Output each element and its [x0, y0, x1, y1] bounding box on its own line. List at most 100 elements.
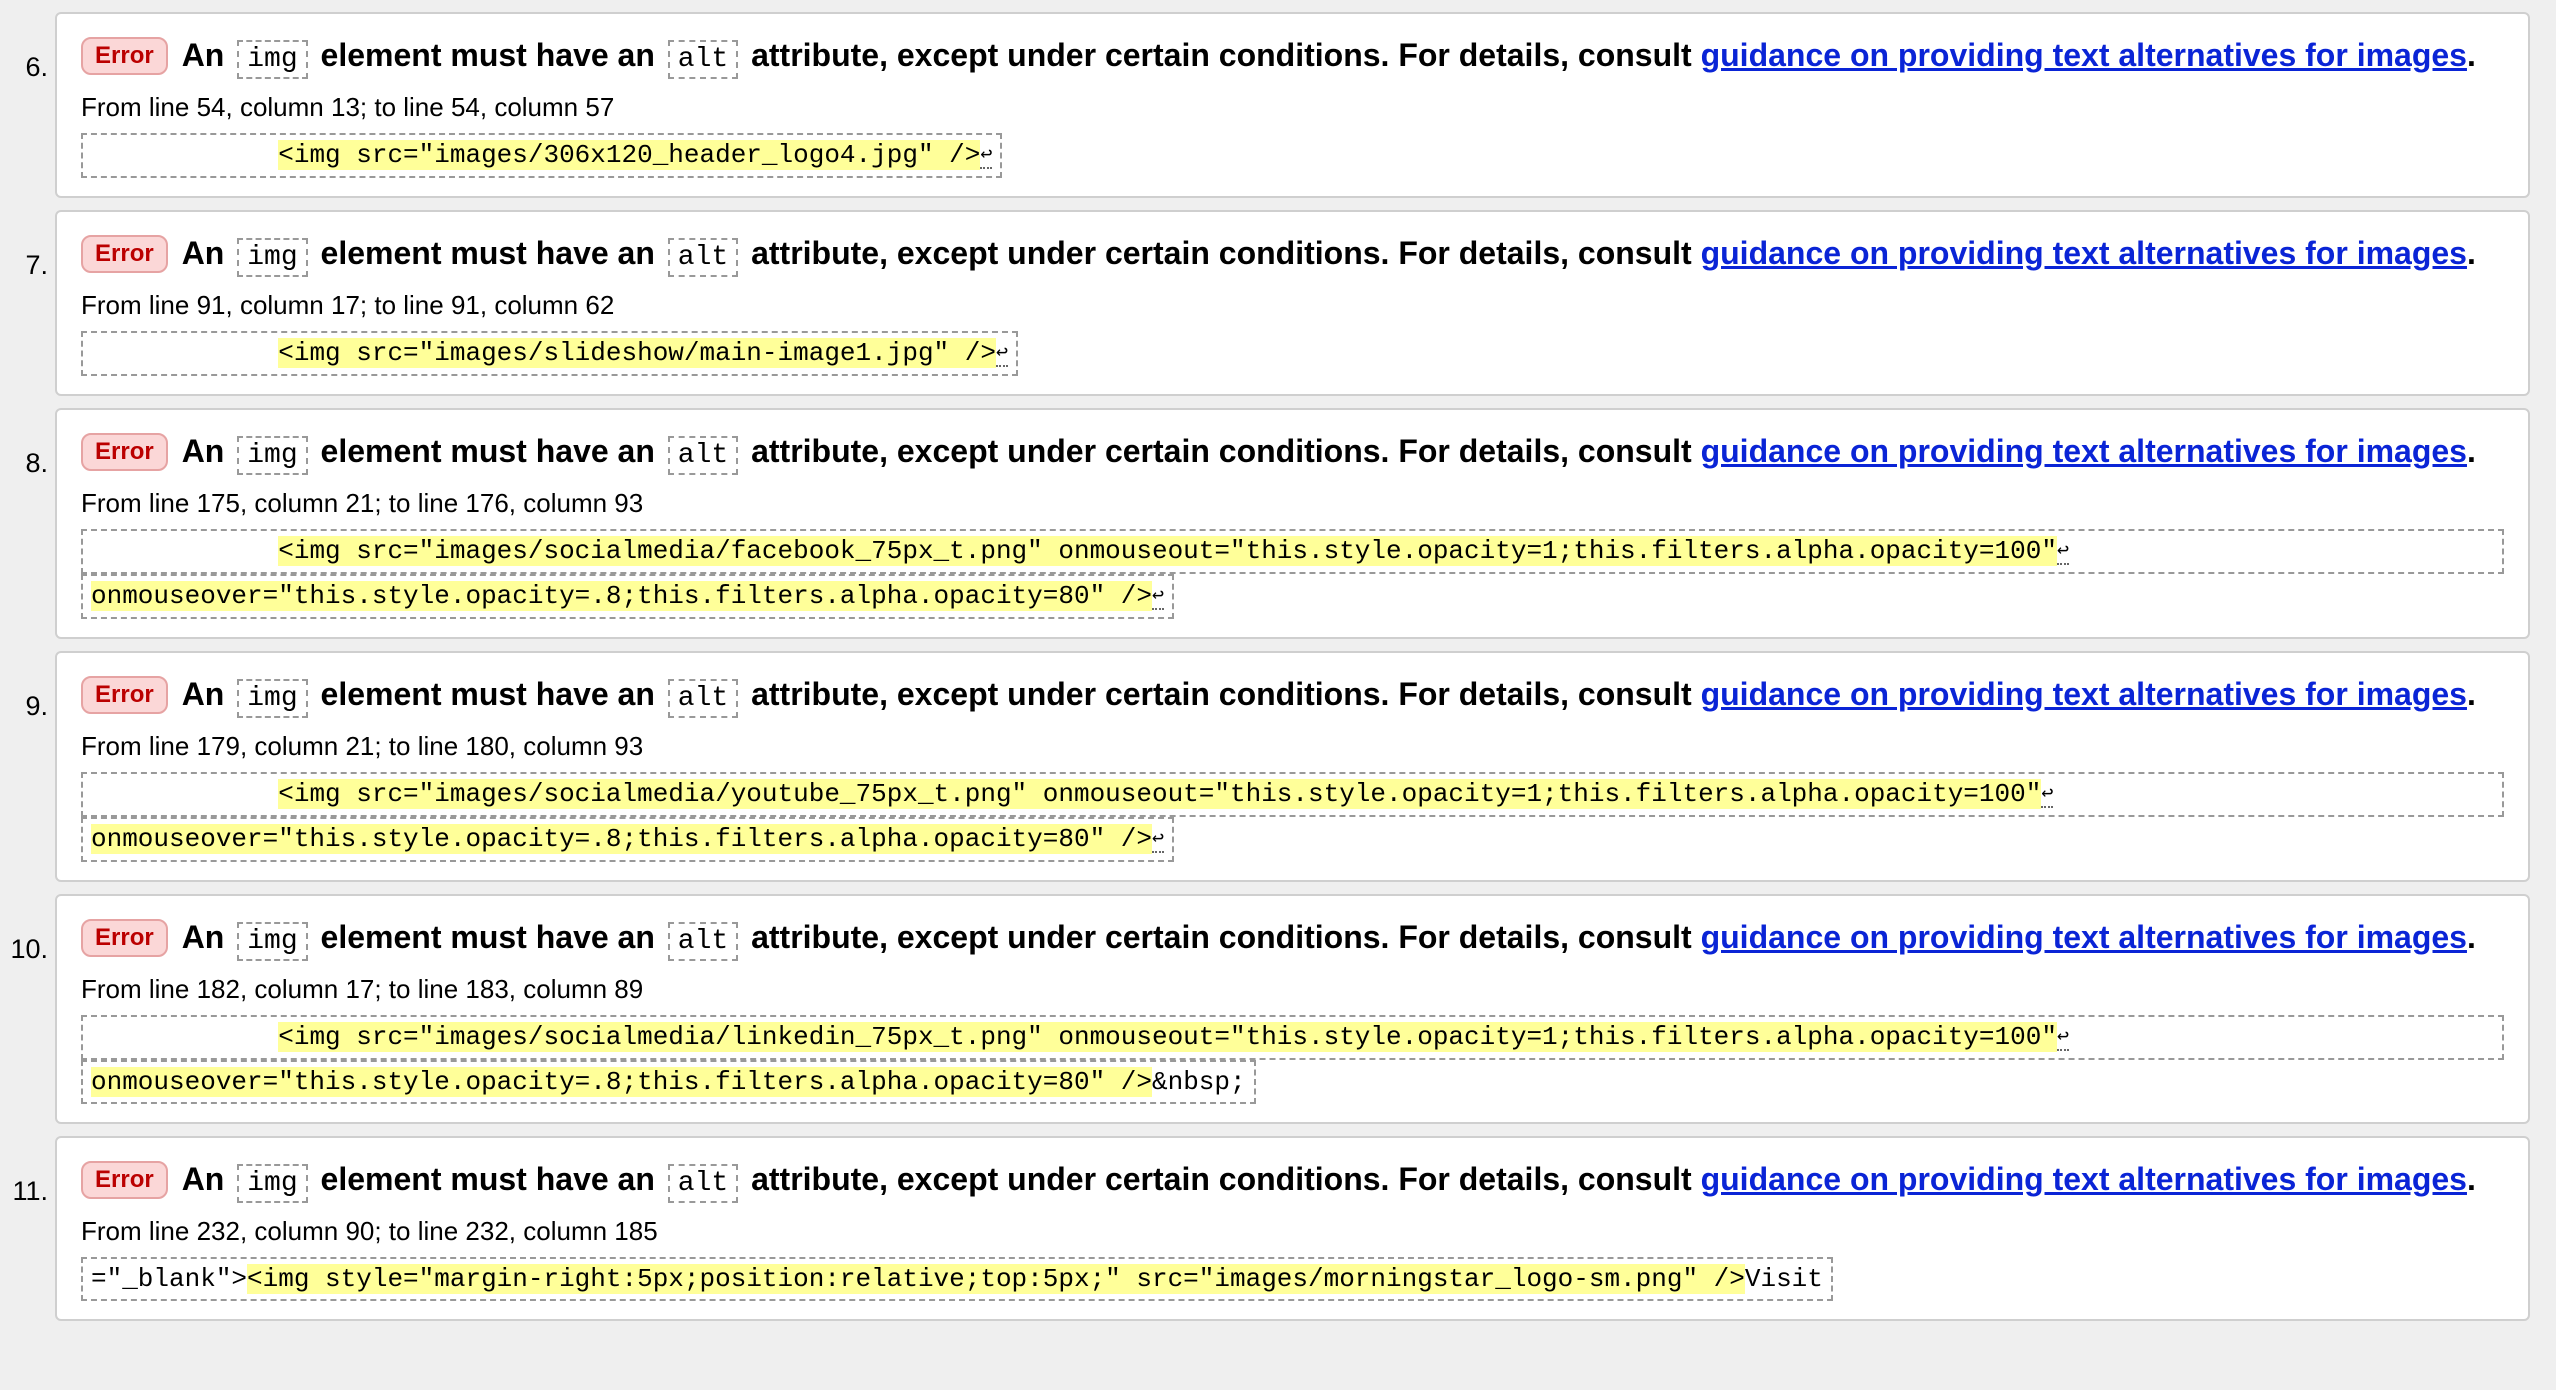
- line-return-icon: ↩: [2056, 1026, 2069, 1051]
- extract-prefix: [91, 779, 278, 809]
- message-text-end: attribute, except under certain conditio…: [751, 37, 1692, 73]
- element-code: img: [237, 238, 308, 277]
- guidance-link[interactable]: guidance on providing text alternatives …: [1701, 1161, 2467, 1197]
- error-number: 6.: [25, 52, 48, 82]
- attribute-code: alt: [667, 922, 739, 961]
- attribute-code: alt: [667, 238, 739, 277]
- message-text-end: attribute, except under certain conditio…: [751, 433, 1692, 469]
- error-number: 9.: [25, 691, 48, 721]
- line-return-icon: ↩: [980, 144, 993, 169]
- message-text-start: An: [181, 433, 225, 469]
- attribute-code: alt: [667, 679, 739, 718]
- message-period: .: [2466, 676, 2476, 712]
- error-location: From line 91, column 17; to line 91, col…: [81, 290, 615, 320]
- error-item: 11. Error An img element must have an alt …: [12, 1136, 2530, 1321]
- extract-line: onmouseover="this.style.opacity=.8;this.…: [81, 1060, 1256, 1104]
- code-extract: <img src="images/socialmedia/facebook_75…: [81, 529, 2504, 619]
- message-text-start: An: [181, 919, 225, 955]
- error-location: From line 54, column 13; to line 54, col…: [81, 92, 615, 122]
- error-message: Error An img element must have an alt att…: [81, 914, 2504, 965]
- extract-line: <img src="images/socialmedia/linkedin_75…: [81, 1015, 2504, 1060]
- validation-results-list: 6. Error An img element must have an alt a…: [0, 12, 2556, 1321]
- extract-line: onmouseover="this.style.opacity=.8;this.…: [81, 574, 1175, 619]
- element-code: img: [237, 679, 308, 718]
- error-message: Error An img element must have an alt att…: [81, 32, 2504, 83]
- code-extract: <img src="images/306x120_header_logo4.jp…: [81, 133, 2504, 178]
- message-text-start: An: [181, 37, 225, 73]
- message-text-middle: element must have an: [320, 433, 655, 469]
- extract-highlight: <img src="images/socialmedia/youtube_75p…: [278, 779, 2042, 809]
- guidance-link[interactable]: guidance on providing text alternatives …: [1701, 235, 2467, 271]
- message-text-end: attribute, except under certain conditio…: [751, 1161, 1692, 1197]
- extract-suffix: &nbsp;: [1151, 1067, 1246, 1097]
- code-extract: <img src="images/socialmedia/linkedin_75…: [81, 1015, 2504, 1104]
- line-return-icon: ↩: [2056, 540, 2069, 565]
- extract-line: onmouseover="this.style.opacity=.8;this.…: [81, 817, 1175, 862]
- extract-prefix: ="_blank">: [91, 1264, 248, 1294]
- error-number: 10.: [10, 934, 48, 964]
- extract-line: <img src="images/socialmedia/facebook_75…: [81, 529, 2504, 574]
- extract-highlight: <img src="images/306x120_header_logo4.jp…: [278, 140, 981, 170]
- error-number: 11.: [12, 1176, 48, 1206]
- guidance-link[interactable]: guidance on providing text alternatives …: [1701, 919, 2467, 955]
- line-return-icon: ↩: [995, 342, 1008, 367]
- error-item: 6. Error An img element must have an alt a…: [25, 12, 2530, 198]
- error-message: Error An img element must have an alt att…: [81, 671, 2504, 722]
- message-period: .: [2466, 1161, 2476, 1197]
- message-text-middle: element must have an: [320, 37, 655, 73]
- error-item: 9. Error An img element must have an alt a…: [25, 651, 2530, 882]
- error-number: 7.: [25, 250, 48, 280]
- message-text-start: An: [181, 1161, 225, 1197]
- extract-prefix: [91, 1022, 278, 1052]
- guidance-link[interactable]: guidance on providing text alternatives …: [1701, 433, 2467, 469]
- extract-prefix: [91, 140, 278, 170]
- error-badge: Error: [81, 235, 168, 273]
- extract-highlight: onmouseover="this.style.opacity=.8;this.…: [91, 1067, 1152, 1097]
- attribute-code: alt: [667, 436, 739, 475]
- error-badge: Error: [81, 37, 168, 75]
- extract-highlight: <img src="images/slideshow/main-image1.j…: [278, 338, 996, 368]
- line-return-icon: ↩: [1151, 828, 1165, 853]
- code-extract: <img src="images/slideshow/main-image1.j…: [81, 331, 2504, 376]
- error-item: 7. Error An img element must have an alt a…: [25, 210, 2530, 396]
- attribute-code: alt: [667, 1164, 739, 1203]
- extract-highlight: <img style="margin-right:5px;position:re…: [247, 1264, 1745, 1294]
- extract-highlight: <img src="images/socialmedia/linkedin_75…: [278, 1022, 2057, 1052]
- message-period: .: [2466, 919, 2476, 955]
- message-text-middle: element must have an: [320, 235, 655, 271]
- error-badge: Error: [81, 1161, 168, 1199]
- extract-line: <img src="images/slideshow/main-image1.j…: [81, 331, 1018, 376]
- message-period: .: [2466, 235, 2476, 271]
- code-extract: <img src="images/socialmedia/youtube_75p…: [81, 772, 2504, 862]
- extract-highlight: <img src="images/socialmedia/facebook_75…: [278, 536, 2057, 566]
- error-number: 8.: [25, 448, 48, 478]
- extract-highlight: onmouseover="this.style.opacity=.8;this.…: [91, 581, 1152, 611]
- guidance-link[interactable]: guidance on providing text alternatives …: [1701, 676, 2467, 712]
- message-text-start: An: [181, 235, 225, 271]
- message-text-middle: element must have an: [320, 1161, 655, 1197]
- extract-line: <img src="images/socialmedia/youtube_75p…: [81, 772, 2504, 817]
- error-location: From line 182, column 17; to line 183, c…: [81, 974, 644, 1004]
- error-badge: Error: [81, 676, 168, 714]
- code-extract: ="_blank"><img style="margin-right:5px;p…: [81, 1257, 2504, 1301]
- extract-line: ="_blank"><img style="margin-right:5px;p…: [81, 1257, 1833, 1301]
- error-item: 8. Error An img element must have an alt a…: [25, 408, 2530, 639]
- error-badge: Error: [81, 433, 168, 471]
- error-message: Error An img element must have an alt att…: [81, 230, 2504, 281]
- line-return-icon: ↩: [2041, 783, 2054, 808]
- message-period: .: [2466, 433, 2476, 469]
- extract-highlight: onmouseover="this.style.opacity=.8;this.…: [91, 824, 1152, 854]
- message-text-start: An: [181, 676, 225, 712]
- attribute-code: alt: [667, 40, 739, 79]
- element-code: img: [237, 1164, 308, 1203]
- extract-line: <img src="images/306x120_header_logo4.jp…: [81, 133, 1003, 178]
- message-text-end: attribute, except under certain conditio…: [751, 676, 1692, 712]
- error-location: From line 232, column 90; to line 232, c…: [81, 1216, 658, 1246]
- error-location: From line 175, column 21; to line 176, c…: [81, 488, 644, 518]
- element-code: img: [237, 436, 308, 475]
- extract-prefix: [91, 536, 278, 566]
- guidance-link[interactable]: guidance on providing text alternatives …: [1701, 37, 2467, 73]
- message-text-middle: element must have an: [320, 676, 655, 712]
- error-badge: Error: [81, 919, 168, 957]
- element-code: img: [237, 40, 308, 79]
